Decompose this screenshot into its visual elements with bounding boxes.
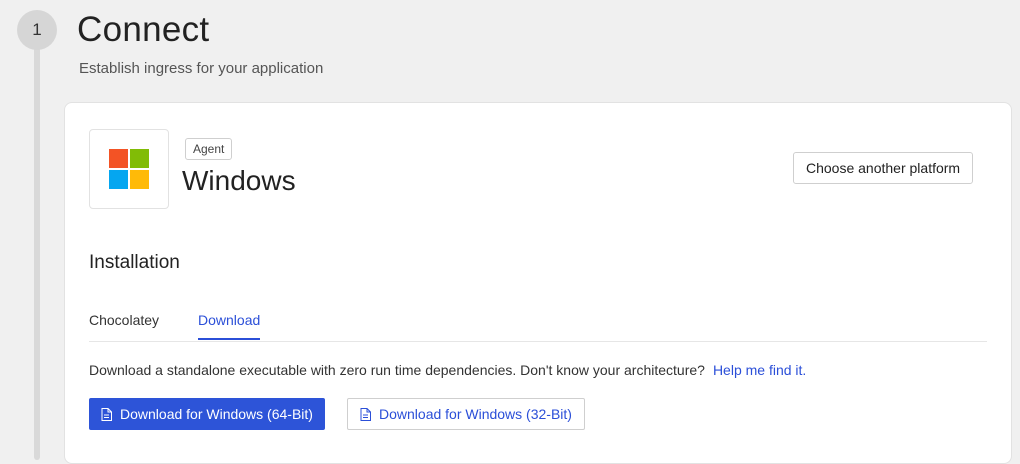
file-icon	[360, 407, 371, 421]
description-text: Download a standalone executable with ze…	[89, 362, 705, 378]
tab-chocolatey[interactable]: Chocolatey	[89, 303, 159, 340]
download-32bit-label: Download for Windows (32-Bit)	[379, 406, 572, 422]
page-subtitle: Establish ingress for your application	[79, 60, 324, 77]
download-description: Download a standalone executable with ze…	[89, 362, 806, 378]
step-number-badge: 1	[17, 10, 57, 50]
installation-title: Installation	[89, 252, 180, 273]
choose-platform-button[interactable]: Choose another platform	[793, 152, 974, 184]
download-32bit-button[interactable]: Download for Windows (32-Bit)	[347, 398, 585, 430]
platform-logo	[89, 129, 169, 209]
tab-download[interactable]: Download	[198, 303, 261, 340]
help-link[interactable]: Help me find it.	[713, 362, 806, 378]
page-title: Connect	[77, 10, 210, 49]
platform-card: Agent Windows Choose another platform In…	[64, 102, 1012, 464]
agent-tag: Agent	[185, 138, 233, 160]
download-64bit-button[interactable]: Download for Windows (64-Bit)	[89, 398, 325, 430]
step-rail	[34, 40, 40, 460]
download-64bit-label: Download for Windows (64-Bit)	[120, 406, 313, 422]
file-icon	[101, 407, 112, 421]
installation-tabs: Chocolatey Download	[89, 303, 987, 342]
platform-name: Windows	[182, 165, 296, 196]
windows-logo-icon	[109, 149, 149, 189]
